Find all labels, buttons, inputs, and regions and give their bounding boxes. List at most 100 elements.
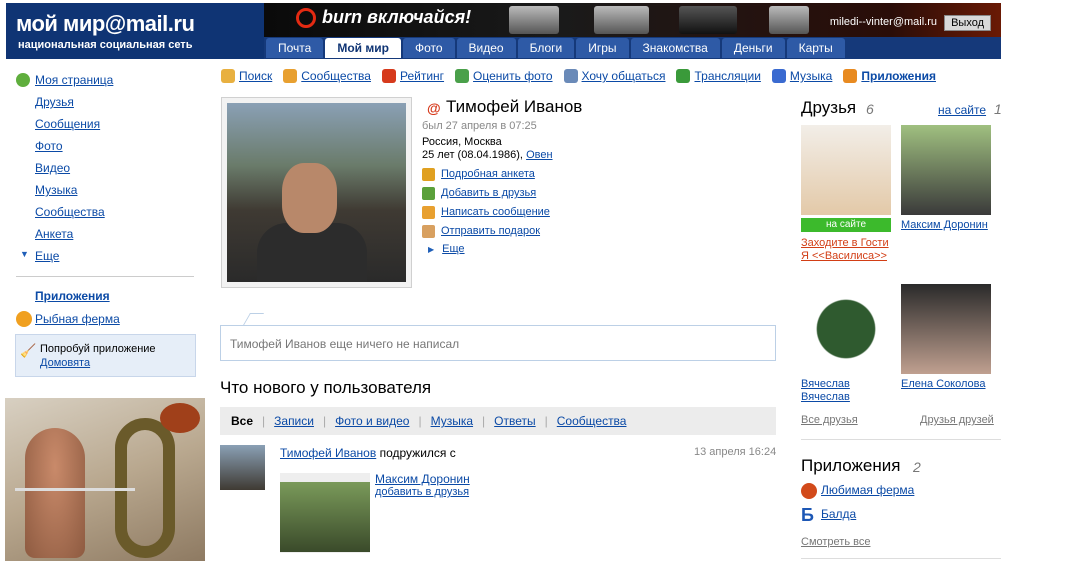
status-text: Тимофей Иванов еще ничего не написал: [230, 337, 460, 351]
toolbar-communities[interactable]: Сообщества: [283, 69, 371, 83]
sidebar-item-music[interactable]: Музыка: [16, 181, 196, 203]
location: Россия, Москва: [422, 136, 502, 148]
speaker-icon: [679, 6, 737, 34]
site-logo[interactable]: мой мир@mail.ru национальная социальная …: [6, 3, 264, 59]
rating-icon: [381, 69, 396, 83]
triangle-right-icon: ▶: [428, 245, 435, 254]
write-message-link[interactable]: Написать сообщение: [422, 204, 550, 220]
online-friends-link[interactable]: на сайте: [938, 103, 986, 117]
tab-maps[interactable]: Карты: [786, 38, 845, 58]
more-actions-link[interactable]: ▶ Еще: [428, 243, 465, 255]
sidebar-item-video[interactable]: Видео: [16, 159, 196, 181]
all-friends-link[interactable]: Все друзья: [801, 414, 858, 426]
tab-mail[interactable]: Почта: [266, 38, 324, 58]
sword-figure: [15, 488, 135, 491]
sidebar-item-friends[interactable]: Друзья: [16, 93, 196, 115]
online-count: 1: [994, 101, 1002, 117]
sidebar-item-messages[interactable]: Сообщения: [16, 115, 196, 137]
status-box[interactable]: Тимофей Иванов еще ничего не написал: [220, 325, 776, 361]
app-favorite-farm-link[interactable]: Любимая ферма: [821, 483, 914, 497]
laptop-icon: [594, 6, 649, 34]
filter-all[interactable]: Все: [231, 414, 253, 428]
feed-add-friend-link[interactable]: добавить в друзья: [375, 486, 469, 498]
feed-entry-text: Тимофей Иванов подружился с: [280, 446, 456, 460]
app-balda-link[interactable]: Балда: [821, 507, 856, 521]
zodiac-link[interactable]: Овен: [526, 149, 552, 161]
add-friend-link[interactable]: Добавить в друзья: [422, 185, 536, 201]
feed-friend-photo[interactable]: [280, 473, 370, 553]
toolbar-rating[interactable]: Рейтинг: [381, 69, 444, 83]
ad-banner[interactable]: burn включайся! miledi--vinter@mail.ru В…: [264, 3, 1001, 37]
sidebar-item-profile[interactable]: Анкета: [16, 225, 196, 247]
friend-photo[interactable]: [801, 125, 891, 215]
friends-of-friends-link[interactable]: Друзья друзей: [920, 414, 994, 426]
magnifier-icon: [221, 69, 235, 83]
toolbar-broadcasts[interactable]: Трансляции: [676, 69, 761, 83]
logo-subtitle: национальная социальная сеть: [18, 39, 193, 51]
see-all-apps-link[interactable]: Смотреть все: [801, 536, 870, 548]
friend-photo[interactable]: [801, 284, 891, 374]
feed-author-link[interactable]: Тимофей Иванов: [280, 446, 376, 460]
guest-invite-link[interactable]: Заходите в Гости Я <<Василиса>>: [801, 237, 896, 263]
tab-photo[interactable]: Фото: [402, 38, 455, 58]
apps-heading-link[interactable]: Приложения: [35, 289, 110, 303]
friend-photo[interactable]: [901, 284, 991, 374]
filter-music[interactable]: Музыка: [431, 414, 473, 428]
gift-icon: [422, 224, 435, 238]
tab-games[interactable]: Игры: [576, 38, 629, 58]
apps-heading: Приложения: [801, 456, 901, 475]
warrior-figure: [25, 428, 85, 558]
send-gift-link[interactable]: Отправить подарок: [422, 223, 540, 239]
group-icon: [283, 69, 298, 83]
toolbar-rate-photo[interactable]: Оценить фото: [455, 69, 553, 83]
filter-photo-video[interactable]: Фото и видео: [335, 414, 409, 428]
at-icon: @: [427, 100, 441, 116]
try-app-text: Попробуй приложение: [40, 343, 156, 355]
divider: [801, 558, 1001, 559]
filter-posts[interactable]: Записи: [274, 414, 314, 428]
game-logo-icon: [160, 403, 200, 433]
tab-my-world[interactable]: Мой мир: [325, 38, 401, 58]
try-app-link[interactable]: Домовята: [40, 357, 90, 369]
filter-answers[interactable]: Ответы: [494, 414, 535, 428]
toolbar-search[interactable]: Поиск: [221, 69, 272, 83]
power-icon: [296, 8, 316, 28]
profile-photo[interactable]: [221, 97, 412, 288]
apps-count: 2: [913, 459, 921, 475]
sidebar-item-photo[interactable]: Фото: [16, 137, 196, 159]
ad-banner-text: burn включайся!: [322, 7, 472, 27]
sidebar-item-communities[interactable]: Сообщества: [16, 203, 196, 225]
friend-name-link[interactable]: Елена Соколова: [901, 378, 986, 391]
add-friend-icon: [422, 186, 435, 200]
sidebar-item-more[interactable]: Еще: [16, 247, 196, 269]
logout-button[interactable]: Выход: [944, 15, 991, 31]
divider: [801, 439, 1001, 440]
sidebar-item-my-page[interactable]: Моя страница: [16, 71, 196, 93]
tab-blogs[interactable]: Блоги: [517, 38, 575, 58]
left-menu: Моя страница Друзья Сообщения Фото Видео…: [16, 71, 196, 269]
game-ad-banner[interactable]: [5, 398, 205, 561]
main-nav-tabs: Почта Мой мир Фото Видео Блоги Игры Знак…: [266, 38, 845, 58]
toolbar-want-chat[interactable]: Хочу общаться: [563, 69, 665, 83]
feed-filter-bar: Все | Записи | Фото и видео | Музыка | Ответ…: [220, 407, 776, 435]
feed-friend-name-link[interactable]: Максим Доронин: [375, 472, 470, 486]
apple-icon: [801, 483, 817, 499]
feed-title: Что нового у пользователя: [220, 378, 432, 397]
tab-video[interactable]: Видео: [456, 38, 516, 58]
feed-author-avatar[interactable]: [220, 445, 265, 490]
friend-name-link[interactable]: Максим Доронин: [901, 219, 988, 232]
balda-icon: Б: [801, 505, 814, 525]
filter-communities[interactable]: Сообщества: [557, 414, 627, 428]
friend-photo[interactable]: [901, 125, 991, 215]
friend-name-link[interactable]: Вячеслав Вячеслав: [801, 378, 891, 404]
toolbar-music[interactable]: Музыка: [771, 69, 832, 83]
tab-dating[interactable]: Знакомства: [630, 38, 720, 58]
try-app-promo: 🧹 Попробуй приложение Домовята: [15, 334, 196, 377]
fish-farm-link[interactable]: Рыбная ферма: [35, 312, 120, 326]
tab-money[interactable]: Деньги: [721, 38, 785, 58]
fish-farm-icon: [16, 311, 32, 327]
toolbar-apps[interactable]: Приложения: [843, 69, 936, 83]
last-seen: был 27 апреля в 07:25: [422, 120, 537, 132]
detailed-profile-link[interactable]: Подробная анкета: [422, 166, 535, 182]
profile-name: Тимофей Иванов: [446, 97, 583, 116]
